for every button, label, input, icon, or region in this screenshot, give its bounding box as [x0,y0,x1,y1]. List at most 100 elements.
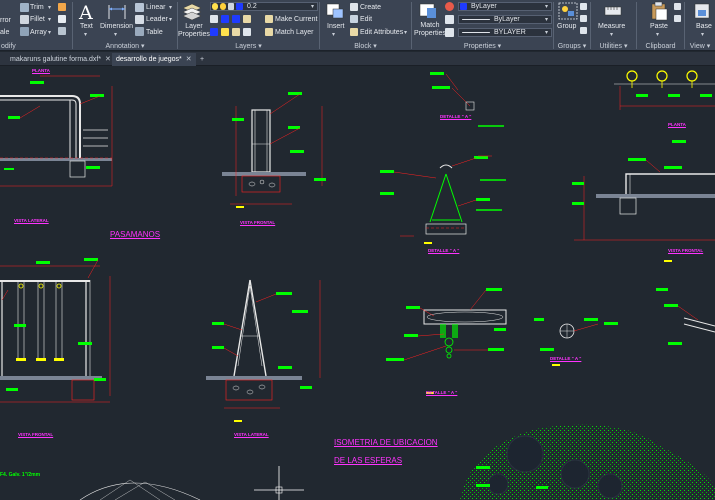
measure-icon[interactable] [603,2,623,20]
group-edit-icon[interactable] [580,15,587,22]
base-dropdown-icon[interactable]: ▾ [701,31,704,38]
linetype-dropdown[interactable]: ByLayer ▾ [458,15,552,24]
groups-panel-title[interactable]: Groups ▾ [554,42,590,50]
properties-panel-title[interactable]: Properties ▾ [412,42,553,50]
paste-button[interactable]: Paste [650,23,668,30]
layer-freeze-icon[interactable] [232,15,240,23]
erase-icon[interactable] [58,3,66,11]
layer-lock-icon[interactable] [243,15,251,23]
color-dropdown[interactable]: ByLayer ▾ [458,2,552,11]
text-icon[interactable]: A [79,2,93,24]
groups-panel: Group Groups ▾ [554,0,590,50]
leader-button[interactable]: Leader [146,16,168,23]
modify-panel-title[interactable]: odify [0,43,72,50]
layer-dropdown-caret-icon[interactable]: ▾ [311,3,314,10]
match-layer-button[interactable]: Match Layer [275,29,314,36]
copy-icon[interactable] [674,3,681,10]
label-detalle-a-3: DETALLE " A " [426,390,458,395]
paste-dropdown-icon[interactable]: ▾ [656,31,659,38]
label-isometria-line-2: DE LAS ESFERAS [334,456,403,465]
layer-properties-button[interactable]: Layer Properties [178,23,210,39]
layer-previous-icon[interactable] [221,28,229,36]
vista-frontal-top [222,92,326,205]
layers-panel-title[interactable]: Layers ▾ [178,42,319,50]
lineweight-dropdown-caret-icon[interactable]: ▾ [545,29,548,36]
measure-button[interactable]: Measure [598,23,625,30]
text-button[interactable]: Text [80,23,93,30]
array-button[interactable]: Array [30,29,47,36]
base-button[interactable]: Base [696,23,712,30]
base-view-icon[interactable] [693,2,711,20]
layer-properties-icon[interactable] [182,2,202,20]
make-current-button[interactable]: Make Current [275,16,317,23]
paste-icon[interactable] [649,1,669,21]
document-tab-desarrollo[interactable]: desarrollo de juegos* ✕ [112,53,196,66]
block-panel-title[interactable]: Block ▾ [320,42,411,50]
lineweight-dropdown[interactable]: BYLAYER ▾ [458,28,552,37]
fillet-icon [20,15,29,24]
fillet-dropdown-icon[interactable]: ▾ [48,16,51,23]
mirror-button[interactable]: rror [0,17,11,24]
close-icon[interactable]: ✕ [186,56,192,63]
match-layer-icon [265,28,273,36]
drawing-canvas[interactable]: PLANTA VISTA LATERAL VISTA FRONTAL DETAL… [0,66,715,500]
layer-off-icon[interactable] [210,15,218,23]
label-detalle-a-2: DETALLE " A " [428,248,460,253]
document-tab-makaruns[interactable]: makaruns galutine forma.dxf* ✕ [6,53,115,66]
dimension-icon[interactable] [107,3,127,21]
dimension-button[interactable]: Dimension [100,23,133,30]
detalle-a-top [430,72,475,111]
lineweight-icon[interactable] [445,28,454,37]
edit-attributes-dropdown-icon[interactable]: ▾ [404,29,407,36]
clipboard-panel-title[interactable]: Clipboard [637,43,684,50]
measure-dropdown-icon[interactable]: ▾ [610,31,613,38]
close-icon[interactable]: ✕ [105,56,111,63]
vista-frontal-right [572,140,715,241]
text-dropdown-icon[interactable]: ▾ [84,31,87,38]
linetype-dropdown-caret-icon[interactable]: ▾ [545,16,548,23]
color-wheel-icon[interactable] [445,2,454,11]
table-icon [135,27,144,36]
insert-button[interactable]: Insert [327,23,345,30]
fillet-button[interactable]: Fillet [30,16,45,23]
leader-dropdown-icon[interactable]: ▾ [169,16,172,23]
label-vista-lateral-2: VISTA LATERAL [234,432,269,437]
annotation-panel-title[interactable]: Annotation ▾ [73,42,177,50]
layer-walk-icon[interactable] [210,28,218,36]
insert-icon[interactable] [325,2,345,20]
insert-dropdown-icon[interactable]: ▾ [332,31,335,38]
view-panel-title[interactable]: View ▾ [685,42,715,50]
layer-state-icon[interactable] [232,28,240,36]
scale-button[interactable]: ale [0,29,9,36]
explode-icon[interactable] [58,15,66,23]
linetype-icon[interactable] [445,15,454,24]
linear-dropdown-icon[interactable]: ▾ [169,4,172,11]
edit-block-button[interactable]: Edit [360,16,372,23]
layer-merge-icon[interactable] [243,28,251,36]
group-icon[interactable] [558,2,578,20]
utilities-panel-title[interactable]: Utilities ▾ [591,42,636,50]
layer-dropdown[interactable]: 0.2 ▾ [210,2,318,11]
edit-attributes-button[interactable]: Edit Attributes [360,29,403,36]
table-button[interactable]: Table [146,29,163,36]
trim-dropdown-icon[interactable]: ▾ [48,4,51,11]
dimension-dropdown-icon[interactable]: ▾ [114,31,117,38]
group-button[interactable]: Group [557,23,576,30]
match-properties-icon[interactable] [418,2,438,20]
label-note-bottom: F4. Galv. 1"/2mm [0,472,41,478]
linear-button[interactable]: Linear [146,4,165,11]
color-dropdown-caret-icon[interactable]: ▾ [545,3,548,10]
layer-isolate-icon[interactable] [221,15,229,23]
layer-name: 0.2 [247,3,257,10]
create-block-icon [350,3,358,11]
offset-icon[interactable] [58,27,66,35]
utilities-panel: Measure ▾ Utilities ▾ [591,0,636,50]
ungroup-icon[interactable] [580,3,587,10]
group-select-icon[interactable] [580,27,587,34]
new-tab-button[interactable]: + [196,53,208,66]
create-block-button[interactable]: Create [360,4,381,11]
match-properties-button[interactable]: Match Properties [414,22,446,38]
trim-button[interactable]: Trim [30,4,44,11]
cut-icon[interactable] [674,15,681,22]
array-dropdown-icon[interactable]: ▾ [48,29,51,36]
